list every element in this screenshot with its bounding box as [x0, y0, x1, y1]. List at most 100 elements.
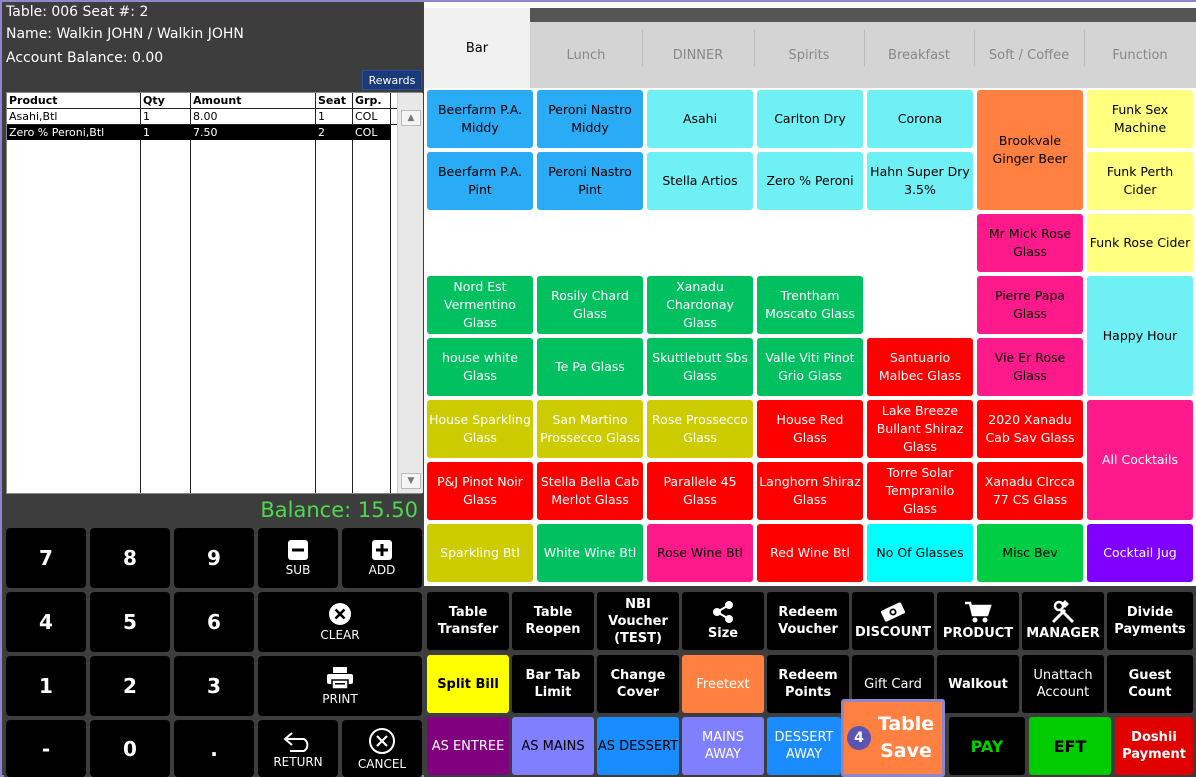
product-xanadu-circca[interactable]: Xanadu CIrcca 77 CS Glass: [977, 462, 1083, 520]
print-button[interactable]: PRINT: [258, 656, 422, 716]
product-rosily-chard[interactable]: Rosily Chard Glass: [537, 276, 643, 334]
col-header-grp[interactable]: Grp.: [355, 94, 382, 107]
product-misc-bev[interactable]: Misc Bev: [977, 524, 1083, 582]
product-rose-wine-btl[interactable]: Rose Wine Btl: [647, 524, 753, 582]
product-stella-bella[interactable]: Stella Bella Cab Merlot Glass: [537, 462, 643, 520]
as-mains-button[interactable]: AS MAINS: [512, 717, 594, 775]
product-xanadu-cab-sav[interactable]: 2020 Xanadu Cab Sav Glass: [977, 400, 1083, 458]
product-hahn-super-dry[interactable]: Hahn Super Dry 3.5%: [867, 152, 973, 210]
key-5[interactable]: 5: [90, 592, 170, 652]
key-6[interactable]: 6: [174, 592, 254, 652]
rewards-button[interactable]: Rewards: [362, 70, 422, 90]
manager-button[interactable]: MANAGER: [1022, 592, 1104, 650]
doshii-payment-button[interactable]: Doshii Payment: [1115, 717, 1193, 775]
product-peroni-pint[interactable]: Peroni Nastro Pint: [537, 152, 643, 210]
scroll-down-icon[interactable]: ▼: [401, 473, 421, 489]
table-save-button[interactable]: Table Save 4: [841, 699, 945, 777]
as-entree-button[interactable]: AS ENTREE: [427, 717, 509, 775]
product-house-white[interactable]: house white Glass: [427, 338, 533, 396]
tab-dinner[interactable]: DINNER: [642, 22, 754, 88]
product-valle-viti[interactable]: Valle Viti Pinot Grio Glass: [757, 338, 863, 396]
key-dot[interactable]: .: [174, 720, 254, 777]
guest-count-button[interactable]: Guest Count: [1107, 655, 1193, 713]
cancel-button[interactable]: CANCEL: [342, 720, 422, 777]
product-house-sparkling[interactable]: House Sparkling Glass: [427, 400, 533, 458]
key-0[interactable]: 0: [90, 720, 170, 777]
product-parallele-45[interactable]: Parallele 45 Glass: [647, 462, 753, 520]
change-cover-button[interactable]: Change Cover: [597, 655, 679, 713]
key-8[interactable]: 8: [90, 528, 170, 588]
eft-button[interactable]: EFT: [1029, 717, 1111, 775]
return-button[interactable]: RETURN: [258, 720, 338, 777]
split-bill-button[interactable]: Split Bill: [427, 655, 509, 713]
col-header-amount[interactable]: Amount: [193, 94, 241, 107]
col-header-product[interactable]: Product: [9, 94, 58, 107]
product-xanadu-chardonay[interactable]: Xanadu Chardonay Glass: [647, 276, 753, 334]
product-funk-perth-cider[interactable]: Funk Perth Cider: [1087, 152, 1193, 210]
product-trentham-moscato[interactable]: Trentham Moscato Glass: [757, 276, 863, 334]
mains-away-button[interactable]: MAINS AWAY: [682, 717, 764, 775]
key-7[interactable]: 7: [6, 528, 86, 588]
product-rose-prossecco[interactable]: Rose Prossecco Glass: [647, 400, 753, 458]
key-1[interactable]: 1: [6, 656, 86, 716]
tab-function[interactable]: Function: [1084, 22, 1196, 88]
col-header-seat[interactable]: Seat: [318, 94, 346, 107]
as-dessert-button[interactable]: AS DESSERT: [597, 717, 679, 775]
tab-bar[interactable]: Bar: [424, 8, 530, 88]
product-carlton-dry[interactable]: Carlton Dry: [757, 90, 863, 148]
product-nord-est[interactable]: Nord Est Vermentino Glass: [427, 276, 533, 334]
product-beerfarm-pint[interactable]: Beerfarm P.A. Pint: [427, 152, 533, 210]
order-row-selected[interactable]: Zero % Peroni,Btl 1 7.50 2 COL: [7, 125, 391, 140]
product-peroni-middy[interactable]: Peroni Nastro Middy: [537, 90, 643, 148]
walkout-button[interactable]: Walkout: [937, 655, 1019, 713]
product-cocktail-jug[interactable]: Cocktail Jug: [1087, 524, 1193, 582]
order-scrollbar[interactable]: ▲ ▼: [397, 93, 423, 493]
freetext-button[interactable]: Freetext: [682, 655, 764, 713]
key-4[interactable]: 4: [6, 592, 86, 652]
product-pierre-papa[interactable]: Pierre Papa Glass: [977, 276, 1083, 334]
product-red-wine-btl[interactable]: Red Wine Btl: [757, 524, 863, 582]
product-button[interactable]: PRODUCT: [937, 592, 1019, 650]
product-beerfarm-middy[interactable]: Beerfarm P.A. Middy: [427, 90, 533, 148]
tab-spirits[interactable]: Spirits: [754, 22, 864, 88]
bar-tab-limit-button[interactable]: Bar Tab Limit: [512, 655, 594, 713]
product-mr-mick-rose[interactable]: Mr Mick Rose Glass: [977, 214, 1083, 272]
product-house-red[interactable]: House Red Glass: [757, 400, 863, 458]
product-funk-sex-machine[interactable]: Funk Sex Machine: [1087, 90, 1193, 148]
product-vie-er-rose[interactable]: Vie Er Rose Glass: [977, 338, 1083, 396]
key-3[interactable]: 3: [174, 656, 254, 716]
product-skuttlebutt[interactable]: Skuttlebutt Sbs Glass: [647, 338, 753, 396]
order-row[interactable]: Asahi,Btl 1 8.00 1 COL: [7, 109, 391, 124]
product-no-of-glasses[interactable]: No Of Glasses: [867, 524, 973, 582]
product-sparkling-btl[interactable]: Sparkling Btl: [427, 524, 533, 582]
add-button[interactable]: ADD: [342, 528, 422, 588]
product-brookvale-ginger-beer[interactable]: Brookvale Ginger Beer: [977, 90, 1083, 210]
scroll-up-icon[interactable]: ▲: [401, 110, 421, 126]
product-san-martino[interactable]: San Martino Prossecco Glass: [537, 400, 643, 458]
product-te-pa[interactable]: Te Pa Glass: [537, 338, 643, 396]
tab-breakfast[interactable]: Breakfast: [864, 22, 974, 88]
sub-button[interactable]: SUB: [258, 528, 338, 588]
product-langhorn-shiraz[interactable]: Langhorn Shiraz Glass: [757, 462, 863, 520]
tab-soft-coffee[interactable]: Soft / Coffee: [974, 22, 1084, 88]
product-all-cocktails[interactable]: All Cocktails: [1087, 400, 1193, 520]
divide-payments-button[interactable]: Divide Payments: [1107, 592, 1193, 650]
product-asahi[interactable]: Asahi: [647, 90, 753, 148]
redeem-points-button[interactable]: Redeem Points: [767, 655, 849, 713]
table-transfer-button[interactable]: Table Transfer: [427, 592, 509, 650]
table-reopen-button[interactable]: Table Reopen: [512, 592, 594, 650]
product-pj-pinot-noir[interactable]: P&J Pinot Noir Glass: [427, 462, 533, 520]
size-button[interactable]: Size: [682, 592, 764, 650]
dessert-away-button[interactable]: DESSERT AWAY: [767, 717, 841, 775]
col-header-qty[interactable]: Qty: [143, 94, 165, 107]
product-white-wine-btl[interactable]: White Wine Btl: [537, 524, 643, 582]
product-lake-breeze[interactable]: Lake Breeze Bullant Shiraz Glass: [867, 400, 973, 458]
key-2[interactable]: 2: [90, 656, 170, 716]
product-zero-peroni[interactable]: Zero % Peroni: [757, 152, 863, 210]
product-funk-rose-cider[interactable]: Funk Rose Cider: [1087, 214, 1193, 272]
unattach-account-button[interactable]: Unattach Account: [1022, 655, 1104, 713]
product-santuario-malbec[interactable]: Santuario Malbec Glass: [867, 338, 973, 396]
product-happy-hour[interactable]: Happy Hour: [1087, 276, 1193, 396]
discount-button[interactable]: DISCOUNT: [852, 592, 934, 650]
nbi-voucher-button[interactable]: NBI Voucher (TEST): [597, 592, 679, 650]
